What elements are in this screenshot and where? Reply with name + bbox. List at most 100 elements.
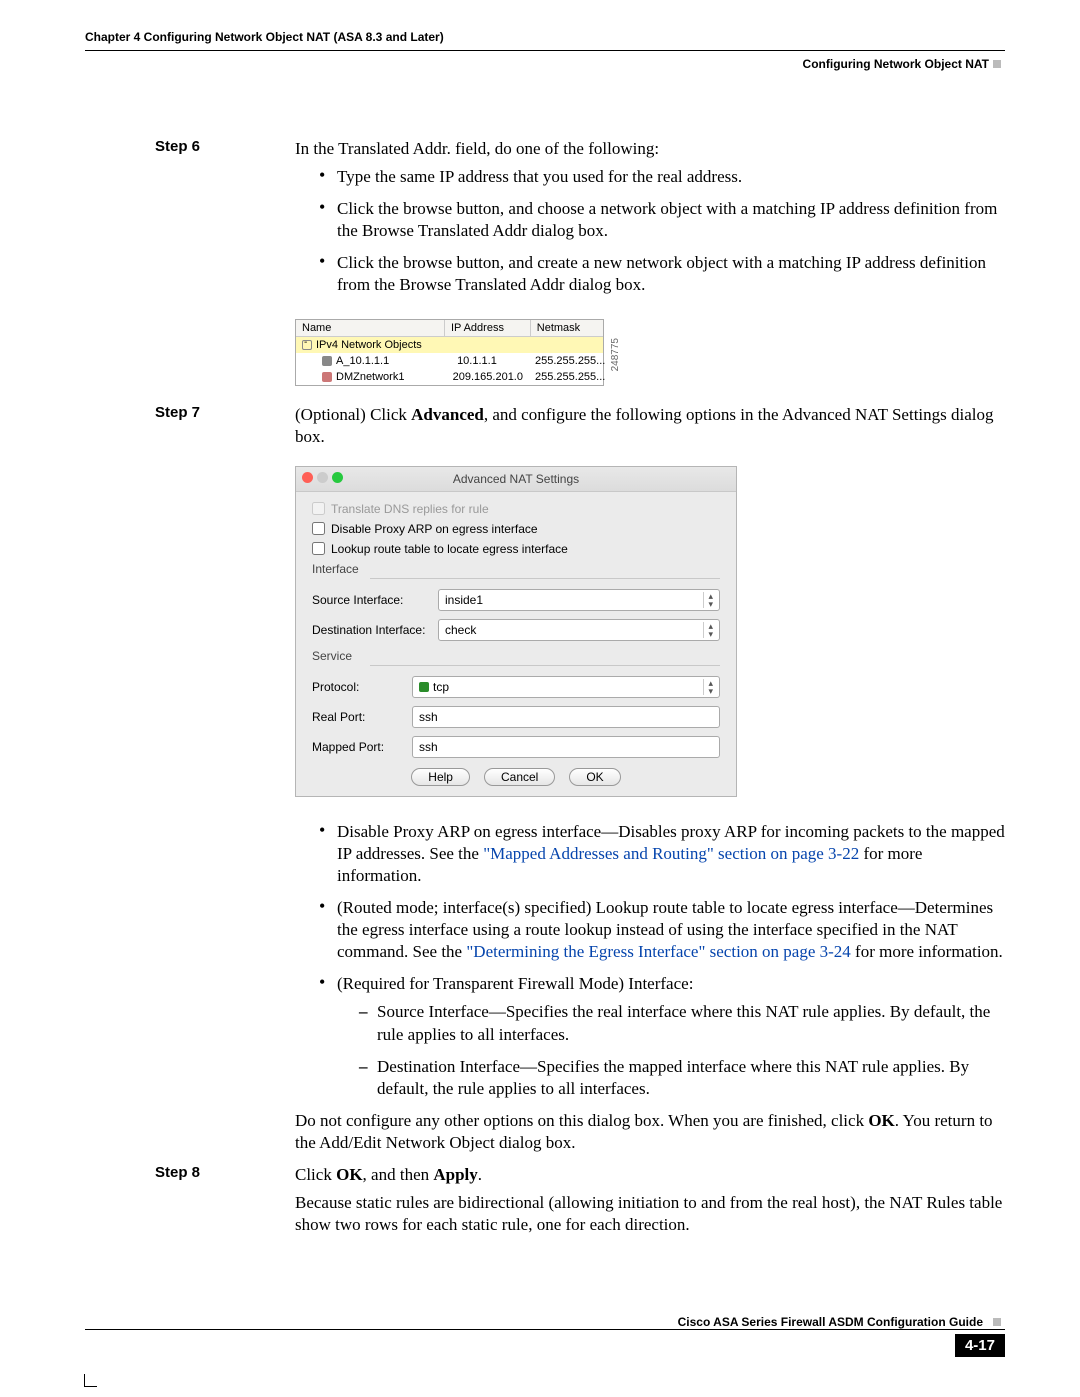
step-8-p2: Because static rules are bidirectional (… — [295, 1192, 1005, 1236]
nat-end-b: OK — [868, 1111, 894, 1130]
r2-mask: 255.255.255... — [529, 369, 603, 385]
chapter-text: Chapter 4 Configuring Network Object NAT… — [85, 30, 444, 44]
step-8-body: Click OK, and then Apply. Because static… — [295, 1164, 1005, 1242]
minimize-icon[interactable] — [317, 472, 328, 483]
header: Chapter 4 Configuring Network Object NAT… — [85, 30, 1005, 73]
nat-dash-list: Source Interface—Specifies the real inte… — [359, 1001, 1005, 1099]
nat-b1: Disable Proxy ARP on egress interface—Di… — [319, 821, 1005, 887]
r1-mask: 255.255.255... — [529, 353, 603, 369]
dns-check: Translate DNS replies for rule — [312, 502, 720, 516]
r1-ip: 10.1.1.1 — [451, 353, 529, 369]
page-number: 4-17 — [955, 1334, 1005, 1357]
src-value: inside1 — [445, 593, 483, 607]
s8-t1: Click — [295, 1165, 336, 1184]
r1-name: A_10.1.1.1 — [336, 355, 389, 367]
close-icon[interactable] — [302, 472, 313, 483]
tree-collapse-icon[interactable] — [302, 340, 312, 350]
nat-bullets: Disable Proxy ARP on egress interface—Di… — [319, 821, 1005, 1100]
zoom-icon[interactable] — [332, 472, 343, 483]
host-icon — [322, 356, 332, 366]
help-button[interactable]: Help — [411, 768, 470, 786]
lookup-checkbox[interactable] — [312, 542, 325, 555]
step-7-text: (Optional) Click Advanced, and configure… — [295, 404, 1005, 448]
lookup-check[interactable]: Lookup route table to locate egress inte… — [312, 542, 720, 556]
header-rule — [85, 50, 1005, 51]
proto-select[interactable]: tcp ▴▾ — [412, 676, 720, 698]
src-row: Source Interface: inside1 ▴▾ — [312, 589, 720, 611]
section-right: Configuring Network Object NAT — [85, 57, 1005, 73]
step-6-body: In the Translated Addr. field, do one of… — [295, 138, 1005, 307]
ok-button[interactable]: OK — [569, 768, 620, 786]
tcp-icon — [419, 682, 429, 692]
footer-guide: Cisco ASA Series Firewall ASDM Configura… — [678, 1315, 1005, 1329]
nat-buttons: Help Cancel OK — [312, 768, 720, 786]
real-label: Real Port: — [312, 710, 412, 724]
step-6-bullet-3: Click the browse button, and create a ne… — [319, 252, 1005, 296]
s8-t3: . — [478, 1165, 482, 1184]
col-ip-header[interactable]: IP Address — [445, 320, 531, 336]
step-8-text: Click OK, and then Apply. — [295, 1164, 1005, 1186]
section-marker-icon — [993, 60, 1001, 68]
dst-row: Destination Interface: check ▴▾ — [312, 619, 720, 641]
proto-row: Protocol: tcp ▴▾ — [312, 676, 720, 698]
map-value: ssh — [419, 740, 438, 754]
footer: Cisco ASA Series Firewall ASDM Configura… — [85, 1315, 1005, 1357]
nat-body: Translate DNS replies for rule Disable P… — [296, 492, 736, 796]
iface-rule — [370, 578, 720, 579]
nat-end: Do not configure any other options on th… — [295, 1110, 1005, 1154]
nat-b3-text: (Required for Transparent Firewall Mode)… — [337, 974, 693, 993]
nat-b3: (Required for Transparent Firewall Mode)… — [319, 973, 1005, 1099]
nat-d1: Source Interface—Specifies the real inte… — [359, 1001, 1005, 1045]
cancel-button[interactable]: Cancel — [484, 768, 555, 786]
nat-d2: Destination Interface—Specifies the mapp… — [359, 1056, 1005, 1100]
step-6-intro: In the Translated Addr. field, do one of… — [295, 138, 1005, 160]
footer-marker-icon — [993, 1318, 1001, 1326]
col-name-header[interactable]: Name — [296, 320, 445, 336]
footer-rule — [85, 1329, 1005, 1330]
src-label: Source Interface: — [312, 593, 438, 607]
proto-value: tcp — [433, 680, 449, 694]
nat-title-bar: Advanced NAT Settings — [296, 467, 736, 492]
nat-b2: (Routed mode; interface(s) specified) Lo… — [319, 897, 1005, 963]
dst-value: check — [445, 623, 476, 637]
s8-t2: , and then — [363, 1165, 434, 1184]
step-7: Step 7 (Optional) Click Advanced, and co… — [85, 404, 1005, 454]
nat-title-text: Advanced NAT Settings — [296, 472, 736, 486]
col-mask-header[interactable]: Netmask — [531, 320, 603, 336]
nat-dialog: Advanced NAT Settings Translate DNS repl… — [295, 466, 737, 797]
browse-group-row[interactable]: IPv4 Network Objects — [296, 337, 603, 353]
proxy-label: Disable Proxy ARP on egress interface — [331, 522, 538, 536]
dns-label: Translate DNS replies for rule — [331, 502, 489, 516]
browse-dialog-figure: 248775 Name IP Address Netmask IPv4 Netw… — [295, 319, 1005, 386]
proxy-check[interactable]: Disable Proxy ARP on egress interface — [312, 522, 720, 536]
real-input[interactable]: ssh — [412, 706, 720, 728]
step-7-body: (Optional) Click Advanced, and configure… — [295, 404, 1005, 454]
step-6-label: Step 6 — [155, 138, 295, 155]
browse-row-1[interactable]: A_10.1.1.1 10.1.1.1 255.255.255... — [296, 353, 603, 369]
link-egress-interface[interactable]: "Determining the Egress Interface" secti… — [466, 942, 850, 961]
link-mapped-addresses[interactable]: "Mapped Addresses and Routing" section o… — [483, 844, 859, 863]
dst-select[interactable]: check ▴▾ — [438, 619, 720, 641]
step-7-label: Step 7 — [155, 404, 295, 421]
s8-b2: Apply — [433, 1165, 477, 1184]
group-label: IPv4 Network Objects — [316, 339, 422, 351]
s8-b1: OK — [336, 1165, 362, 1184]
chapter-line: Chapter 4 Configuring Network Object NAT… — [85, 30, 1005, 46]
lookup-label: Lookup route table to locate egress inte… — [331, 542, 568, 556]
svc-rule — [370, 665, 720, 666]
nat-end-a: Do not configure any other options on th… — [295, 1111, 868, 1130]
src-select[interactable]: inside1 ▴▾ — [438, 589, 720, 611]
r2-ip: 209.165.201.0 — [447, 369, 529, 385]
proxy-checkbox[interactable] — [312, 522, 325, 535]
network-icon — [322, 372, 332, 382]
map-input[interactable]: ssh — [412, 736, 720, 758]
chevron-updown-icon: ▴▾ — [703, 592, 713, 608]
dns-checkbox — [312, 502, 325, 515]
browse-row-2[interactable]: DMZnetwork1 209.165.201.0 255.255.255... — [296, 369, 603, 385]
real-value: ssh — [419, 710, 438, 724]
step-6-bullet-1: Type the same IP address that you used f… — [319, 166, 1005, 188]
step-6-bullets: Type the same IP address that you used f… — [319, 166, 1005, 296]
iface-group: Interface — [312, 562, 720, 576]
map-row: Mapped Port: ssh — [312, 736, 720, 758]
nat-b2b: for more information. — [851, 942, 1003, 961]
